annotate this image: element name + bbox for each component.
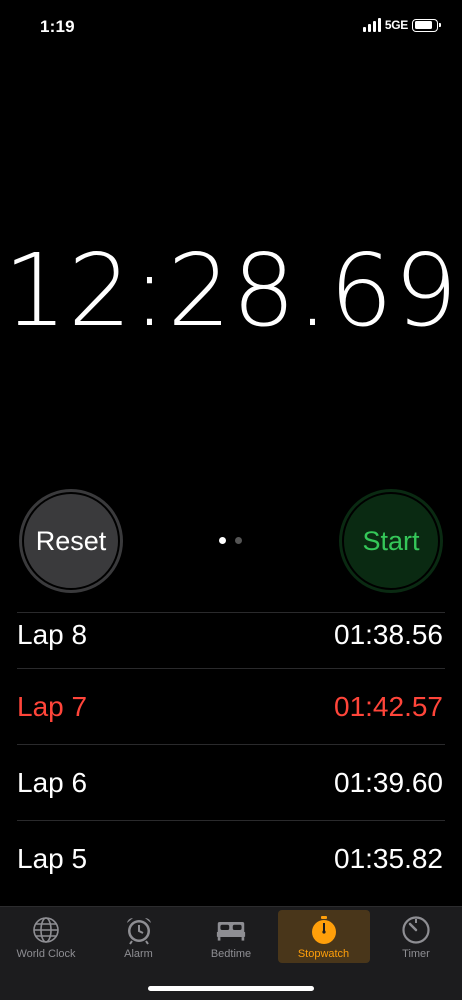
status-bar: 1:19 5GE	[0, 0, 462, 56]
signal-bars-icon	[362, 18, 381, 32]
tab-label: Timer	[402, 948, 430, 960]
tab-timer[interactable]: Timer	[370, 910, 462, 963]
tab-label: Alarm	[124, 948, 153, 960]
globe-icon	[31, 915, 61, 945]
lap-list[interactable]: Lap 8 01:38.56 Lap 7 01:42.57 Lap 6 01:3…	[17, 612, 445, 896]
battery-icon	[412, 18, 441, 32]
status-time: 1:19	[40, 17, 75, 36]
tab-bar: World Clock Alarm Bedtime Stopwatch Time…	[0, 906, 462, 1000]
lap-time: 01:35.82	[334, 842, 443, 874]
lap-label: Lap 5	[17, 842, 88, 874]
tab-alarm[interactable]: Alarm	[93, 910, 185, 963]
page-dot-inactive	[235, 537, 242, 544]
network-type: 5GE	[384, 18, 408, 32]
start-button[interactable]: Start	[339, 489, 443, 593]
tab-label: World Clock	[16, 948, 76, 960]
bed-icon	[216, 915, 246, 945]
lap-time: 01:39.60	[334, 766, 443, 798]
reset-button[interactable]: Reset	[19, 489, 123, 593]
lap-row: Lap 6 01:39.60	[17, 744, 445, 820]
start-button-label: Start	[362, 525, 420, 556]
alarm-clock-icon	[124, 915, 154, 945]
tab-world-clock[interactable]: World Clock	[0, 910, 92, 963]
stopwatch-time: 12:28.69	[3, 232, 459, 349]
lap-label: Lap 8	[17, 619, 88, 650]
lap-row-slowest: Lap 7 01:42.57	[17, 668, 445, 744]
lap-row: Lap 5 01:35.82	[17, 820, 445, 896]
lap-row: Lap 8 01:38.56	[17, 612, 445, 668]
page-indicator[interactable]	[219, 537, 242, 544]
timer-icon	[401, 915, 431, 945]
stopwatch-icon	[309, 915, 339, 945]
reset-button-label: Reset	[35, 525, 107, 556]
tab-stopwatch[interactable]: Stopwatch	[277, 910, 370, 963]
status-indicators: 5GE	[362, 18, 441, 32]
tab-label: Bedtime	[210, 948, 252, 960]
lap-label: Lap 6	[17, 766, 88, 798]
home-indicator[interactable]	[148, 986, 314, 991]
lap-time: 01:38.56	[334, 619, 443, 650]
tab-label: Stopwatch	[297, 948, 350, 960]
lap-time: 01:42.57	[334, 690, 443, 722]
tab-bedtime[interactable]: Bedtime	[185, 910, 277, 963]
lap-label: Lap 7	[17, 690, 88, 722]
page-dot-active	[219, 537, 226, 544]
